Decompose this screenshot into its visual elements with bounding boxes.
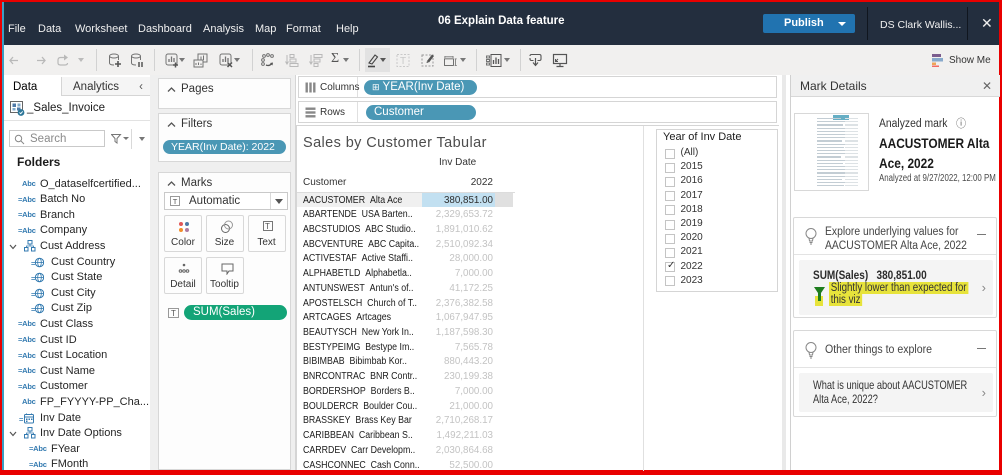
svg-text:=: =	[19, 415, 24, 424]
svg-text:T: T	[400, 56, 406, 67]
